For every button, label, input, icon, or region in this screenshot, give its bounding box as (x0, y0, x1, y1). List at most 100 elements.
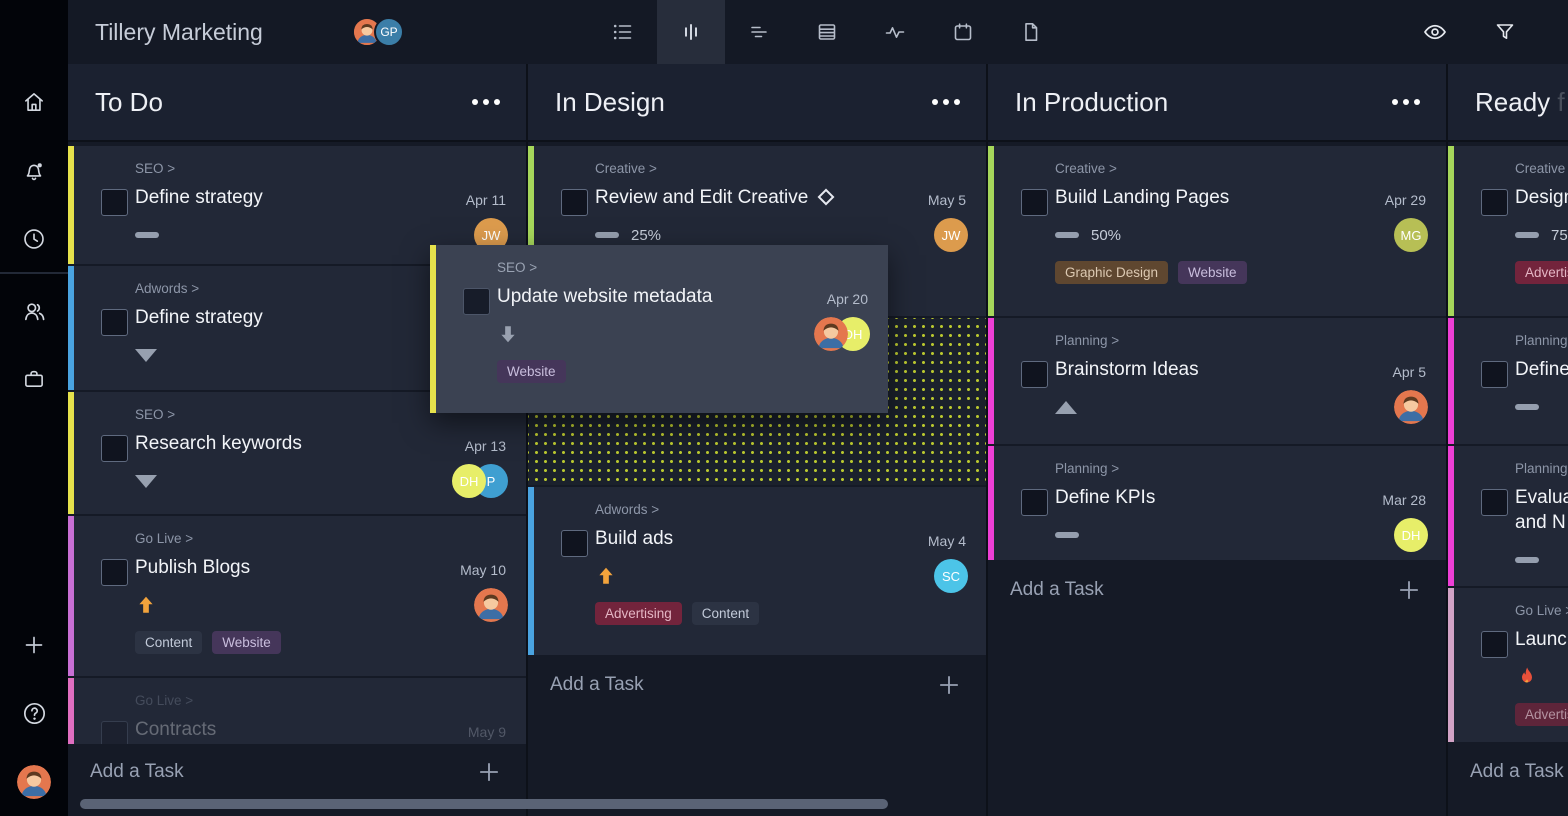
column-menu-button[interactable] (932, 93, 960, 111)
tag: Graphic Design (1055, 261, 1168, 284)
cartoon-avatar (474, 588, 508, 622)
add-task-button[interactable]: Add a Task (528, 657, 986, 713)
task-title: Contracts (135, 717, 508, 742)
priority-triangle-up-icon (1055, 401, 1077, 414)
due-date: Apr 5 (1393, 364, 1426, 380)
plus-icon (1396, 577, 1422, 603)
watch-eye-icon[interactable] (1412, 0, 1458, 64)
recent-clock-icon[interactable] (0, 219, 68, 259)
task-checkbox[interactable] (101, 559, 128, 586)
task-checkbox[interactable] (101, 309, 128, 336)
task-title: Brainstorm Ideas (1055, 357, 1428, 382)
progress-percent: 50% (1091, 227, 1121, 244)
list-view-icon[interactable] (589, 0, 657, 64)
task-card[interactable]: Planning > Define KPIs Mar 28 DH (988, 446, 1446, 560)
task-card[interactable]: Planning > Define (1448, 318, 1568, 444)
task-checkbox[interactable] (561, 530, 588, 557)
tag: Website (497, 360, 566, 383)
home-icon[interactable] (0, 82, 68, 122)
horizontal-scrollbar-thumb[interactable] (80, 799, 888, 809)
team-users-icon[interactable] (0, 291, 68, 331)
task-checkbox[interactable] (463, 288, 490, 315)
add-task-button[interactable]: Add a Task (1448, 744, 1568, 800)
plus-icon (476, 759, 502, 785)
add-task-button[interactable]: Add a Task (68, 744, 526, 800)
due-date: Apr 29 (1385, 192, 1426, 208)
avatar: DH (452, 464, 486, 498)
task-checkbox[interactable] (561, 189, 588, 216)
add-new-plus-icon[interactable] (0, 625, 68, 665)
add-task-button[interactable]: Add a Task (988, 562, 1446, 618)
column-title: In Production (1015, 87, 1392, 118)
task-card[interactable]: Go Live > Publish Blogs Content Website … (68, 516, 526, 676)
task-checkbox[interactable] (1481, 189, 1508, 216)
help-icon[interactable] (0, 693, 68, 733)
activity-view-icon[interactable] (861, 0, 929, 64)
project-title: Tillery Marketing (95, 0, 263, 64)
task-title: Design (1515, 185, 1568, 210)
task-breadcrumb: Planning > (1055, 333, 1428, 348)
task-card[interactable]: Planning > Evalua and N (1448, 446, 1568, 586)
priority-flame-icon (1515, 665, 1539, 689)
calendar-view-icon[interactable] (929, 0, 997, 64)
column-menu-button[interactable] (1392, 93, 1420, 111)
task-checkbox[interactable] (1021, 189, 1048, 216)
task-checkbox[interactable] (1021, 361, 1048, 388)
user-profile-avatar[interactable] (17, 765, 51, 799)
task-checkbox[interactable] (1481, 489, 1508, 516)
assignees: DH (1394, 518, 1428, 552)
column-in-design: In Design Creative > Review and Edit Cre… (528, 64, 986, 816)
task-card[interactable]: Creative > Build Landing Pages 50% Graph… (988, 146, 1446, 316)
avatar: SC (934, 559, 968, 593)
task-checkbox[interactable] (1481, 361, 1508, 388)
column-header: In Design (528, 64, 986, 142)
task-breadcrumb: Creative > (595, 161, 968, 176)
task-card[interactable]: Creative > Design 75% Advertising (1448, 146, 1568, 316)
filter-funnel-icon[interactable] (1482, 0, 1528, 64)
task-title: Review and Edit Creative (595, 185, 968, 210)
task-breadcrumb: Planning > (1055, 461, 1428, 476)
tag-list: Advertising Content (595, 602, 968, 625)
task-checkbox[interactable] (1021, 489, 1048, 516)
task-breadcrumb: Creative > (1515, 161, 1568, 176)
priority-triangle-down-icon (135, 349, 157, 362)
task-breadcrumb: Go Live > (135, 693, 508, 708)
task-card[interactable]: Adwords > Build ads Advertising Content … (528, 487, 986, 655)
tag: Website (1178, 261, 1247, 284)
task-breadcrumb: SEO > (497, 260, 870, 275)
task-checkbox[interactable] (101, 189, 128, 216)
due-date: Apr 13 (465, 438, 506, 454)
task-card[interactable]: Planning > Brainstorm Ideas Apr 5 (988, 318, 1446, 444)
member-avatar-gp[interactable]: GP (374, 17, 404, 47)
dragged-task-card[interactable]: SEO > Update website metadata Website Ap… (430, 245, 888, 413)
avatar: JW (934, 218, 968, 252)
progress-bar (135, 232, 159, 238)
progress-bar (1515, 404, 1539, 410)
task-title: Define (1515, 357, 1568, 382)
task-breadcrumb: SEO > (135, 161, 508, 176)
gantt-view-icon[interactable] (725, 0, 793, 64)
due-date: May 5 (928, 192, 966, 208)
notifications-bell-icon[interactable] (0, 151, 68, 191)
priority-triangle-down-icon (135, 475, 157, 488)
cartoon-avatar (814, 317, 848, 351)
tag: Advertising (1515, 703, 1568, 726)
kanban-view-icon[interactable] (657, 0, 725, 64)
task-breadcrumb: Go Live > (1515, 603, 1568, 618)
portfolio-briefcase-icon[interactable] (0, 359, 68, 399)
progress-bar (595, 232, 619, 238)
due-date: May 9 (468, 724, 506, 740)
doc-view-icon[interactable] (997, 0, 1065, 64)
priority-arrow-up-icon (135, 594, 157, 616)
sheet-view-icon[interactable] (793, 0, 861, 64)
board-actions (1412, 0, 1528, 64)
tag: Advertising (595, 602, 682, 625)
kanban-app: PM Tillery Marketing GP (0, 0, 1568, 816)
column-menu-button[interactable] (472, 93, 500, 111)
assignees: JW (934, 218, 968, 252)
avatar: MG (1394, 218, 1428, 252)
task-card[interactable]: Go Live > Launch Advertising (1448, 588, 1568, 742)
task-checkbox[interactable] (101, 435, 128, 462)
tag: Website (212, 631, 281, 654)
task-checkbox[interactable] (1481, 631, 1508, 658)
